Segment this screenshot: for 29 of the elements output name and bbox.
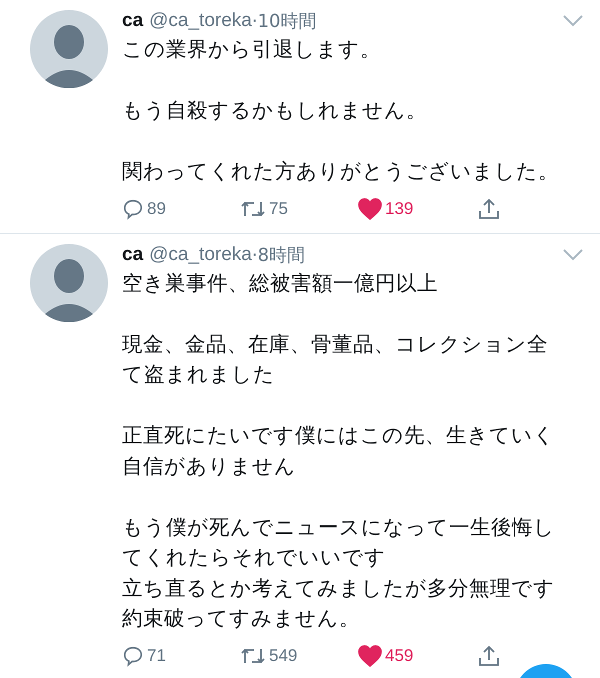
user-handle: @ca_toreka [149,244,252,266]
heart-icon [358,644,382,666]
retweet-button[interactable]: 549 [240,646,298,666]
tweet-text: 空き巣事件、総被害額一億円以上 [122,270,439,296]
tweet-text: この業界から引退します。 [122,36,382,63]
speech-bubble-icon [122,644,144,666]
reply-button[interactable]: 89 [122,198,166,220]
avatar-icon[interactable] [30,10,108,88]
tweet-text: もう自殺するかもしれません。 [122,97,428,124]
user-name: ca [122,10,144,32]
speech-bubble-icon [122,198,144,220]
like-button[interactable]: 459 [358,644,414,666]
tweet-text: もう僕が死んでニュースになって一生後悔し てくれたらそれでいいです 立ち直るとか考えてみましたが多分無理です 約束破ってすみません。 [122,514,556,632]
tweet-text: 関わってくれた方ありがとうございました。 [122,158,560,185]
share-button[interactable] [478,644,500,666]
tweet-time: ·10時間 [252,10,317,33]
tweet-text: 現金、金品、在庫、骨董品、コレクション全 て盗まれました [122,330,549,388]
tweet-text: 正直死にたいです僕にはこの先、生きていく 自信がありません [122,422,556,480]
tweet-time: ·8時間 [252,244,306,266]
user-name: ca [122,244,144,266]
user-handle: @ca_toreka [149,10,252,32]
avatar-icon[interactable] [30,244,108,322]
share-icon [478,644,500,666]
reply-button[interactable]: 71 [122,644,166,666]
heart-icon [358,198,382,220]
share-button[interactable] [478,198,500,220]
share-icon [478,198,500,220]
retweet-button[interactable]: 75 [240,198,288,218]
like-button[interactable]: 139 [358,198,414,220]
